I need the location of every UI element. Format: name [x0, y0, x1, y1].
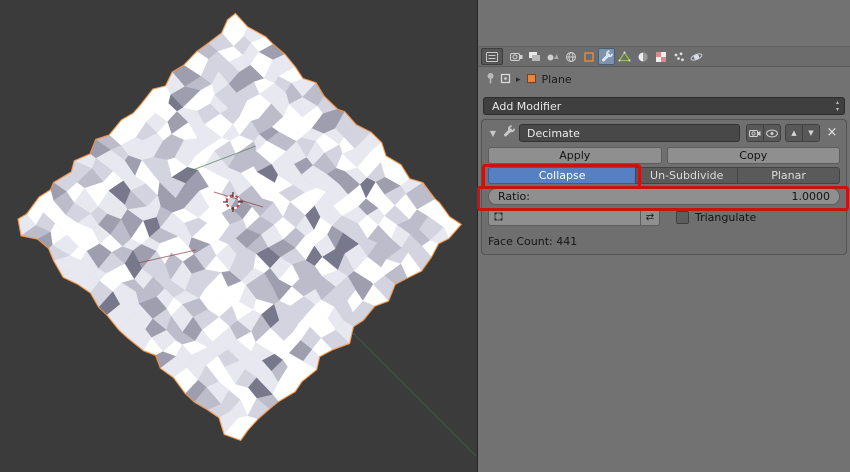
- 3d-viewport[interactable]: [0, 0, 478, 472]
- particles-tab-icon[interactable]: [670, 48, 687, 65]
- modifier-name-field[interactable]: Decimate: [519, 124, 740, 142]
- vertex-group-row: ⇄ Triangulate: [488, 209, 840, 226]
- tab-unsubdivide[interactable]: Un-Subdivide: [635, 167, 739, 184]
- decimate-mode-tabs: Collapse Un-Subdivide Planar: [488, 167, 841, 184]
- ratio-slider[interactable]: Ratio: 1.0000: [488, 188, 840, 205]
- invert-vertex-group-button[interactable]: ⇄: [640, 209, 660, 226]
- breadcrumb-object-name[interactable]: Plane: [542, 73, 572, 86]
- render-tab-icon[interactable]: [508, 48, 525, 65]
- ratio-label: Ratio:: [498, 190, 530, 203]
- object-context-icon[interactable]: [500, 73, 511, 87]
- add-modifier-label: Add Modifier: [492, 99, 562, 113]
- apply-button[interactable]: Apply: [488, 147, 662, 164]
- modifier-visibility-toggle[interactable]: [763, 124, 781, 142]
- expand-arrow-icon[interactable]: ▼: [488, 129, 498, 138]
- properties-tab-bar: [478, 47, 850, 67]
- decimate-modifier-panel: ▼ Decimate ▲ ▼ × Apply Copy Collapse Un-…: [481, 119, 847, 255]
- modifier-header: ▼ Decimate ▲ ▼ ×: [488, 123, 840, 143]
- render-layers-tab-icon[interactable]: [526, 48, 543, 65]
- apply-copy-row: Apply Copy: [488, 147, 840, 164]
- scene-tab-icon[interactable]: [544, 48, 561, 65]
- texture-tab-icon[interactable]: [652, 48, 669, 65]
- pin-icon[interactable]: [486, 72, 495, 87]
- modifier-render-toggle[interactable]: [746, 124, 764, 142]
- vertex-group-icon: [493, 211, 504, 225]
- tab-planar[interactable]: Planar: [737, 167, 841, 184]
- editor-type-button[interactable]: [481, 48, 503, 65]
- object-data-tab-icon[interactable]: [616, 48, 633, 65]
- physics-tab-icon[interactable]: [688, 48, 705, 65]
- object-tab-icon[interactable]: [580, 48, 597, 65]
- copy-button[interactable]: Copy: [666, 147, 840, 164]
- modifier-wrench-icon: [502, 125, 515, 141]
- plane-mesh[interactable]: [0, 0, 478, 472]
- modifier-move-up-button[interactable]: ▲: [785, 124, 803, 142]
- vertex-group-field[interactable]: [488, 209, 641, 226]
- world-tab-icon[interactable]: [562, 48, 579, 65]
- properties-top-spacer: [478, 0, 850, 47]
- material-tab-icon[interactable]: [634, 48, 651, 65]
- properties-panel: ▸ Plane Add Modifier ▴ ▾ ▼ Decimate ▲ ▼ …: [478, 0, 850, 472]
- menu-arrows-icon: ▴ ▾: [835, 99, 839, 113]
- modifier-display-toggles: [746, 124, 781, 142]
- breadcrumb-separator-icon: ▸: [516, 74, 521, 85]
- ratio-value: 1.0000: [791, 190, 831, 203]
- modifier-close-button[interactable]: ×: [824, 125, 840, 141]
- face-count-text: Face Count: 441: [488, 235, 578, 248]
- blender-window: ▸ Plane Add Modifier ▴ ▾ ▼ Decimate ▲ ▼ …: [0, 0, 850, 472]
- triangulate-checkbox[interactable]: [676, 211, 689, 224]
- add-modifier-button[interactable]: Add Modifier ▴ ▾: [483, 97, 845, 115]
- breadcrumb: ▸ Plane: [478, 69, 850, 90]
- modifiers-tab-icon[interactable]: [598, 48, 615, 65]
- triangulate-label: Triangulate: [695, 211, 757, 224]
- tab-collapse[interactable]: Collapse: [488, 167, 637, 184]
- modifier-move-down-button[interactable]: ▼: [802, 124, 820, 142]
- cube-icon: [526, 73, 537, 87]
- modifier-reorder-buttons: ▲ ▼: [785, 124, 820, 142]
